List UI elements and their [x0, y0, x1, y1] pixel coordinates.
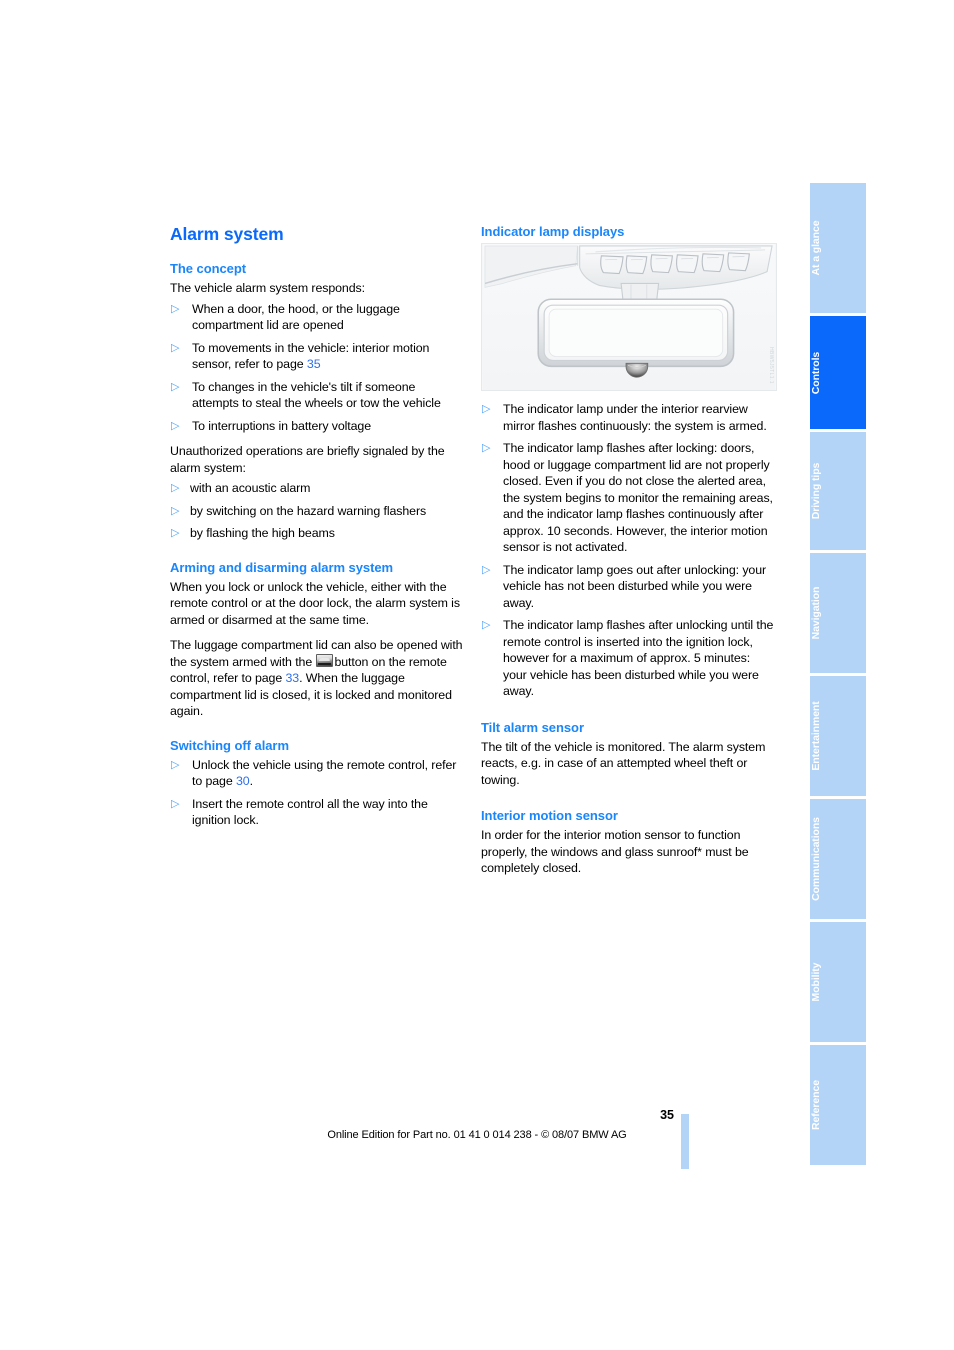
list-item: ▷ When a door, the hood, or the luggage …: [170, 301, 464, 334]
list-item-text: by switching on the hazard warning flash…: [190, 503, 427, 518]
mirror-figure-svg: [483, 244, 775, 390]
sidebar-item-at-a-glance[interactable]: At a glance: [810, 183, 866, 313]
tilt-alarm-paragraph: The tilt of the vehicle is monitored. Th…: [481, 739, 766, 787]
sidebar-item-navigation[interactable]: Navigation: [810, 553, 866, 673]
rearview-mirror-illustration: HBW5J5TL1.1: [481, 243, 777, 391]
tab-label: Entertainment: [810, 701, 822, 771]
list-item: ▷ The indicator lamp under the interior …: [481, 401, 775, 434]
list-item: ▷ by switching on the hazard warning fla…: [170, 503, 464, 520]
page-title: Alarm system: [170, 224, 284, 244]
triangle-bullet-icon: ▷: [482, 403, 491, 415]
list-item: ▷ To interruptions in battery voltage: [170, 418, 464, 435]
triangle-bullet-icon: ▷: [171, 482, 180, 494]
arming-paragraph-2: The luggage compartment lid can also be …: [170, 637, 464, 720]
tab-label: Communications: [810, 817, 822, 901]
manual-page: Alarm system The concept The vehicle ala…: [0, 0, 954, 1350]
sidebar-item-entertainment[interactable]: Entertainment: [810, 676, 866, 796]
heading-interior-motion-sensor: Interior motion sensor: [481, 808, 618, 823]
tab-label: Controls: [810, 351, 822, 394]
interior-motion-paragraph: In order for the interior motion sensor …: [481, 827, 775, 877]
heading-indicator-lamp-displays: Indicator lamp displays: [481, 224, 625, 239]
list-item: ▷ The indicator lamp flashes after locki…: [481, 440, 775, 556]
triangle-bullet-icon: ▷: [171, 419, 180, 432]
triangle-bullet-icon: ▷: [482, 442, 491, 454]
list-item-text: The indicator lamp flashes after unlocki…: [503, 618, 774, 698]
list-item-text: To interruptions in battery voltage: [192, 418, 372, 433]
list-item-text: with an acoustic alarm: [190, 481, 311, 495]
chapter-tab-strip: At a glance Controls Driving tips Naviga…: [810, 183, 866, 1165]
list-item: ▷ by flashing the high beams: [170, 525, 464, 542]
list-item-text-tail: .: [249, 774, 253, 788]
list-item: ▷ The indicator lamp flashes after unloc…: [481, 617, 775, 700]
list-item-text: by flashing the high beams: [190, 526, 335, 540]
trunk-release-button-icon: [316, 653, 334, 667]
triangle-bullet-icon: ▷: [171, 527, 180, 539]
page-reference-link[interactable]: 33: [285, 671, 299, 685]
indicator-lamp-list: ▷ The indicator lamp under the interior …: [481, 401, 775, 700]
list-item: ▷ The indicator lamp goes out after unlo…: [481, 562, 775, 612]
sidebar-item-driving-tips[interactable]: Driving tips: [810, 432, 866, 550]
list-item-text: The indicator lamp goes out after unlock…: [503, 562, 767, 610]
triangle-bullet-icon: ▷: [171, 341, 180, 354]
sidebar-item-reference[interactable]: Reference: [810, 1045, 866, 1165]
heading-the-concept: The concept: [170, 261, 247, 276]
tab-label: At a glance: [810, 220, 822, 276]
triangle-bullet-icon: ▷: [171, 380, 180, 393]
list-item-text: To changes in the vehicle's tilt if some…: [192, 379, 441, 411]
sidebar-item-communications[interactable]: Communications: [810, 799, 866, 919]
figure-watermark: HBW5J5TL1.1: [768, 347, 774, 384]
list-item: ▷ To changes in the vehicle's tilt if so…: [170, 379, 464, 412]
list-item-text: When a door, the hood, or the luggage co…: [192, 301, 400, 333]
list-item-text: Unlock the vehicle using the remote cont…: [192, 757, 457, 789]
switching-off-list: ▷ Unlock the vehicle using the remote co…: [170, 757, 464, 829]
list-item: ▷ Unlock the vehicle using the remote co…: [170, 757, 464, 790]
footer-credit-text: Online Edition for Part no. 01 41 0 014 …: [327, 1129, 627, 1141]
triangle-bullet-icon: ▷: [482, 563, 491, 576]
heading-switching-off-alarm: Switching off alarm: [170, 737, 289, 753]
left-column: Alarm system The concept The vehicle ala…: [170, 224, 464, 838]
page-reference-link[interactable]: 35: [307, 357, 321, 371]
concept-intro: The vehicle alarm system responds:: [170, 281, 365, 295]
list-item: ▷ To movements in the vehicle: interior …: [170, 340, 464, 373]
tab-label: Driving tips: [810, 462, 822, 520]
sidebar-item-mobility[interactable]: Mobility: [810, 922, 866, 1042]
heading-arming-disarming: Arming and disarming alarm system: [170, 559, 394, 575]
arming-paragraph-1: When you lock or unlock the vehicle, eit…: [170, 579, 460, 627]
triangle-bullet-icon: ▷: [171, 504, 180, 517]
concept-signals-list: ▷ with an acoustic alarm ▷ by switching …: [170, 480, 464, 542]
triangle-bullet-icon: ▷: [482, 619, 491, 631]
right-column: Indicator lamp displays HBW5J5TL1.1 ▷ Th…: [481, 224, 777, 886]
concept-intro-2: Unauthorized operations are briefly sign…: [170, 444, 445, 475]
heading-tilt-alarm-sensor: Tilt alarm sensor: [481, 719, 584, 735]
page-number: 35: [660, 1108, 674, 1122]
triangle-bullet-icon: ▷: [171, 797, 180, 810]
triangle-bullet-icon: ▷: [171, 302, 180, 315]
triangle-bullet-icon: ▷: [171, 758, 180, 771]
sidebar-item-controls[interactable]: Controls: [810, 316, 866, 429]
list-item-text: The indicator lamp under the interior re…: [503, 402, 767, 433]
tab-label: Reference: [810, 1080, 822, 1130]
list-item-text: Insert the remote control all the way in…: [192, 796, 428, 828]
tab-label: Mobility: [810, 962, 822, 1002]
tab-label: Navigation: [810, 586, 822, 640]
footer: Online Edition for Part no. 01 41 0 014 …: [0, 1125, 954, 1143]
concept-bullet-list: ▷ When a door, the hood, or the luggage …: [170, 301, 464, 435]
list-item-text: The indicator lamp flashes after locking…: [503, 441, 773, 554]
list-item: ▷ Insert the remote control all the way …: [170, 796, 464, 829]
page-reference-link[interactable]: 30: [236, 774, 250, 788]
list-item: ▷ with an acoustic alarm: [170, 480, 464, 497]
